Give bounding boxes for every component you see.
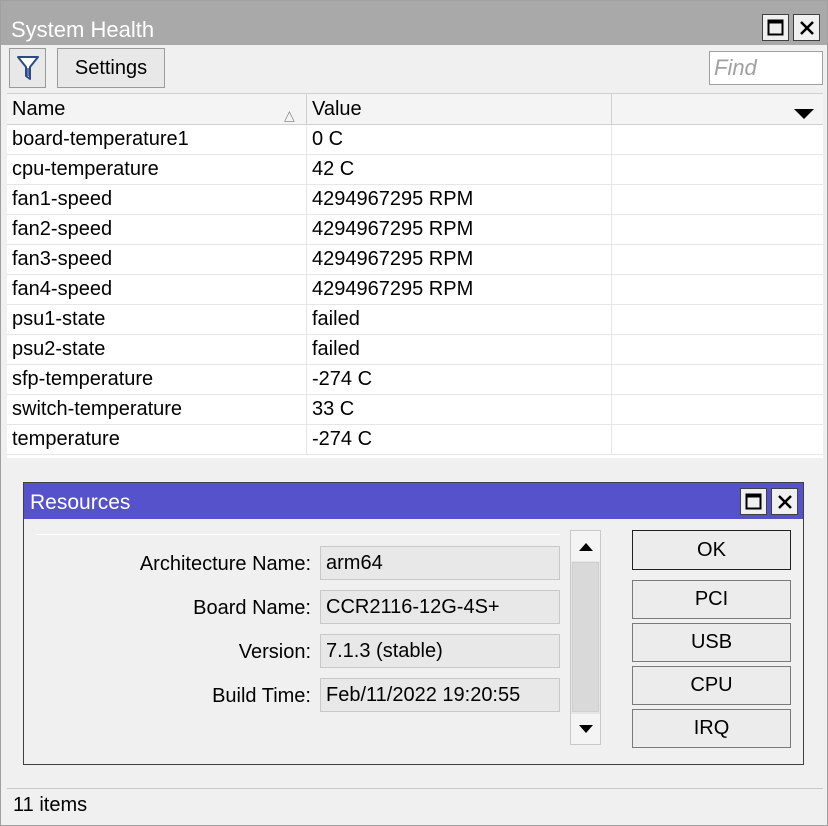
ok-button[interactable]: OK [632,530,791,570]
table-row[interactable]: fan4-speed 4294967295 RPM [7,275,823,305]
item-count: 11 items [13,794,88,816]
row-value: failed [307,305,612,335]
table-row[interactable]: sfp-temperature -274 C [7,365,823,395]
row-name: switch-temperature [7,395,307,425]
window-title: System Health [11,17,155,42]
table-row[interactable]: psu2-state failed [7,335,823,365]
separator [37,534,560,535]
row-name: fan2-speed [7,215,307,245]
scroll-up-button[interactable] [571,531,600,561]
window-titlebar[interactable]: System Health [1,1,827,45]
close-button[interactable] [793,14,820,41]
row-name: cpu-temperature [7,155,307,185]
table-header: Name △ Value [7,93,823,125]
arrow-down-icon [578,725,593,733]
row-name: fan3-speed [7,245,307,275]
row-value: 4294967295 RPM [307,185,612,215]
row-name: psu2-state [7,335,307,365]
row-name: psu1-state [7,305,307,335]
board-name-field[interactable]: CCR2116-12G-4S+ [320,590,560,624]
table-row[interactable]: fan3-speed 4294967295 RPM [7,245,823,275]
funnel-icon [16,56,39,80]
chevron-down-icon [794,109,814,119]
vertical-scrollbar[interactable] [570,530,601,745]
close-icon [799,20,814,35]
row-value: -274 C [307,425,612,455]
row-value: 4294967295 RPM [307,215,612,245]
row-value: 42 C [307,155,612,185]
arrow-up-icon [578,543,593,551]
system-health-window: System Health Settings Name △ Value [0,0,828,826]
resources-dialog: Resources Architecture Name: arm64 Board… [23,482,804,765]
row-value: 4294967295 RPM [307,275,612,305]
resources-title: Resources [30,491,131,514]
table-row[interactable]: cpu-temperature 42 C [7,155,823,185]
column-header-empty [612,94,823,125]
column-header-name-label: Name [12,98,66,120]
row-name: sfp-temperature [7,365,307,395]
column-header-value[interactable]: Value [307,94,612,125]
row-name: temperature [7,425,307,455]
version-label: Version: [238,641,311,663]
architecture-name-label: Architecture Name: [139,553,311,575]
table-row[interactable]: switch-temperature 33 C [7,395,823,425]
pci-button[interactable]: PCI [632,580,791,619]
scrollbar-thumb[interactable] [572,562,599,712]
row-value: failed [307,335,612,365]
filter-button[interactable] [9,48,46,88]
table-row[interactable]: board-temperature1 0 C [7,125,823,155]
close-icon [777,494,792,509]
build-time-field[interactable]: Feb/11/2022 19:20:55 [320,678,560,712]
architecture-name-field[interactable]: arm64 [320,546,560,580]
table-row[interactable]: temperature -274 C [7,425,823,455]
resources-titlebar[interactable]: Resources [24,483,803,519]
row-name: fan4-speed [7,275,307,305]
column-header-value-label: Value [312,98,362,120]
find-input[interactable] [709,51,823,85]
table-row[interactable]: fan2-speed 4294967295 RPM [7,215,823,245]
column-header-name[interactable]: Name △ [7,94,307,125]
status-bar: 11 items [7,788,823,822]
board-name-label: Board Name: [193,597,311,619]
settings-button[interactable]: Settings [57,48,165,88]
table-body: board-temperature1 0 C cpu-temperature 42 … [7,125,823,455]
build-time-label: Build Time: [212,685,311,707]
row-value: 33 C [307,395,612,425]
irq-button[interactable]: IRQ [632,709,791,748]
table-row[interactable]: fan1-speed 4294967295 RPM [7,185,823,215]
row-value: -274 C [307,365,612,395]
row-name: board-temperature1 [7,125,307,155]
row-value: 0 C [307,125,612,155]
health-table: Name △ Value board-temperature1 0 C cpu-t… [7,93,823,458]
maximize-icon [767,19,784,36]
resources-close-button[interactable] [771,488,798,515]
maximize-button[interactable] [762,14,789,41]
version-field[interactable]: 7.1.3 (stable) [320,634,560,668]
table-row[interactable]: psu1-state failed [7,305,823,335]
row-value: 4294967295 RPM [307,245,612,275]
cpu-button[interactable]: CPU [632,666,791,705]
row-name: fan1-speed [7,185,307,215]
maximize-icon [745,493,762,510]
scroll-down-button[interactable] [571,714,600,744]
usb-button[interactable]: USB [632,623,791,662]
resources-maximize-button[interactable] [740,488,767,515]
